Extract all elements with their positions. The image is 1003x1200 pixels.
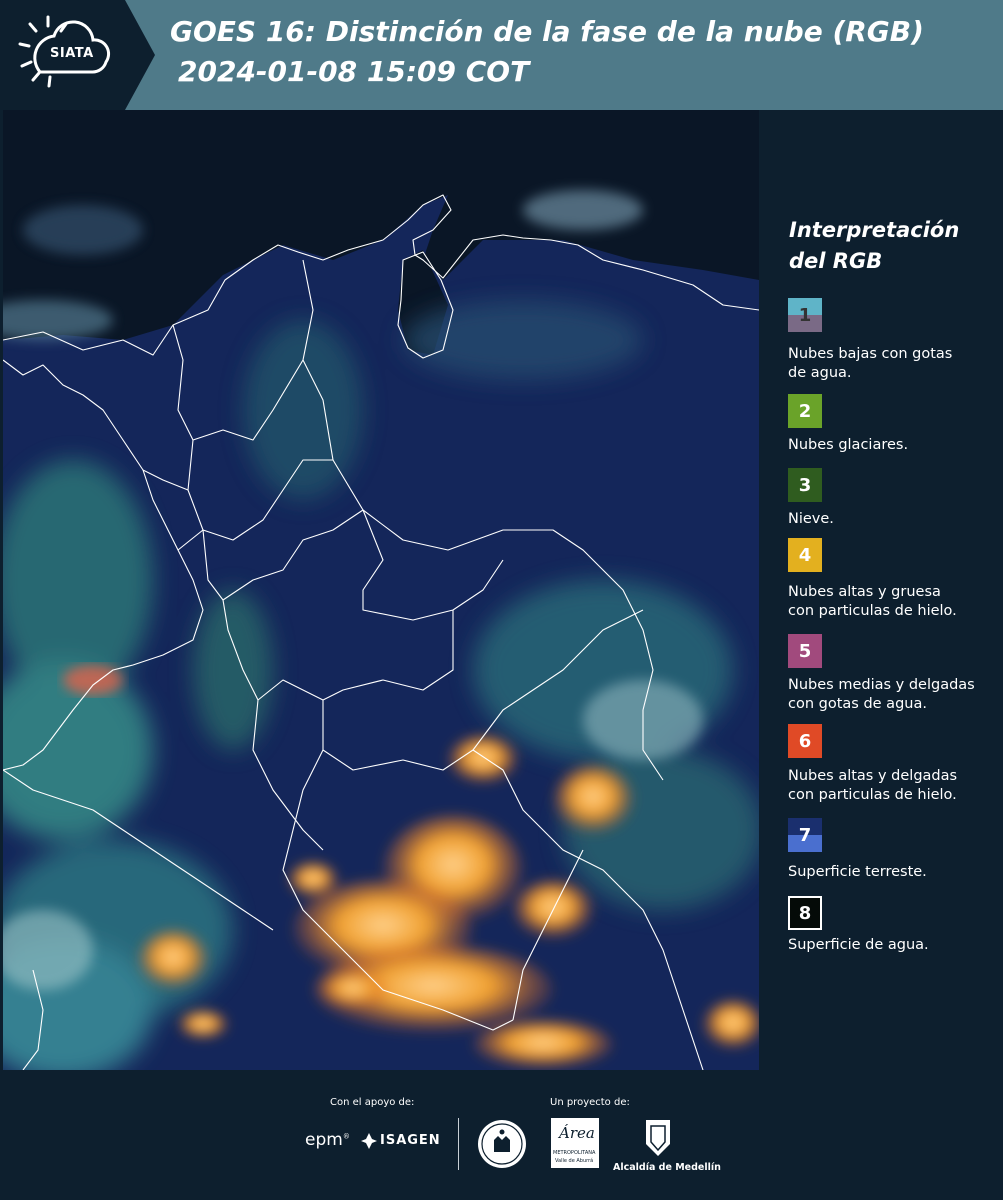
epm-text: epm [305, 1130, 343, 1150]
legend-label-line: Nubes bajas con gotas [788, 346, 953, 362]
legend-label-8: Superficie de agua. [788, 936, 1000, 955]
siata-logo: SIATA [0, 0, 155, 110]
legend-swatch-6: 6 [788, 724, 822, 758]
area-sub-text-1: METROPOLITANA [553, 1150, 596, 1156]
legend-label-line: Nubes altas y delgadas [788, 768, 958, 784]
legend-title: Interpretación del RGB [789, 215, 979, 277]
legend-label-line: Superficie terreste. [788, 864, 927, 880]
legend-title-line1: Interpretación [789, 218, 960, 242]
legend-label-2: Nubes glaciares. [788, 436, 1000, 455]
legend-swatch-7: 7 [788, 818, 822, 852]
legend-label-5: Nubes medias y delgadas con gotas de agu… [788, 676, 1000, 714]
legend-label-7: Superficie terreste. [788, 863, 1000, 882]
area-metropolitana-logo: Área METROPOLITANA Valle de Aburrá [551, 1118, 599, 1168]
legend-label-line: con particulas de hielo. [788, 603, 957, 619]
legend-swatch-2: 2 [788, 394, 822, 428]
legend-label-6: Nubes altas y delgadas con particulas de… [788, 767, 1000, 805]
logo-text: SIATA [50, 46, 94, 61]
legend-label-3: Nieve. [788, 510, 1000, 529]
page-title: GOES 16: Distinción de la fase de la nub… [170, 15, 924, 48]
legend-label-line: Nubes glaciares. [788, 437, 909, 453]
legend-swatch-3: 3 [788, 468, 822, 502]
legend-number: 4 [798, 544, 812, 566]
header-bar: SIATA GOES 16: Distinción de la fase de … [0, 0, 1003, 110]
legend-swatch-8: 8 [788, 896, 822, 930]
legend-label-1: Nubes bajas con gotas de agua. [788, 345, 1000, 383]
legend-number: 6 [798, 730, 812, 752]
legend-number: 8 [798, 902, 812, 924]
footer: Con el apoyo de: Un proyecto de: epm® IS… [0, 1070, 1003, 1200]
legend-label-line: con particulas de hielo. [788, 787, 957, 803]
project-label: Un proyecto de: [550, 1097, 630, 1108]
legend-label-line: Nubes medias y delgadas [788, 677, 975, 693]
legend-label-line: Superficie de agua. [788, 937, 929, 953]
legend-label-4: Nubes altas y gruesa con particulas de h… [788, 583, 1000, 621]
legend-swatch-5: 5 [788, 634, 822, 668]
satellite-map [3, 110, 759, 1070]
page-subtitle: 2024-01-08 15:09 COT [178, 55, 530, 88]
legend-title-line2: del RGB [789, 249, 883, 273]
alcaldia-text: Alcaldía de Medellín [613, 1162, 721, 1173]
satellite-image [3, 110, 759, 1070]
seal-icon [478, 1120, 526, 1168]
epm-logo: epm® [305, 1130, 350, 1150]
legend-number: 2 [798, 400, 812, 422]
legend-label-line: con gotas de agua. [788, 696, 927, 712]
legend-number: 1 [798, 304, 812, 326]
legend-swatch-4: 4 [788, 538, 822, 572]
support-label: Con el apoyo de: [330, 1097, 415, 1108]
legend-swatch-1: 1 [788, 298, 822, 332]
legend-number: 5 [798, 640, 812, 662]
legend-label-line: Nubes altas y gruesa [788, 584, 941, 600]
medellin-shield-icon [646, 1120, 670, 1156]
legend-label-line: Nieve. [788, 511, 834, 527]
legend-number: 3 [798, 474, 812, 496]
isagen-icon [361, 1133, 377, 1149]
footer-divider [458, 1118, 459, 1170]
isagen-logo: ISAGEN [380, 1133, 441, 1148]
legend-panel: Interpretación del RGB 1 Nubes bajas con… [760, 110, 1003, 1070]
area-main-text: Área [559, 1124, 595, 1142]
area-sub-text-2: Valle de Aburrá [555, 1158, 594, 1164]
legend-number: 7 [798, 824, 812, 846]
legend-label-line: de agua. [788, 365, 852, 381]
